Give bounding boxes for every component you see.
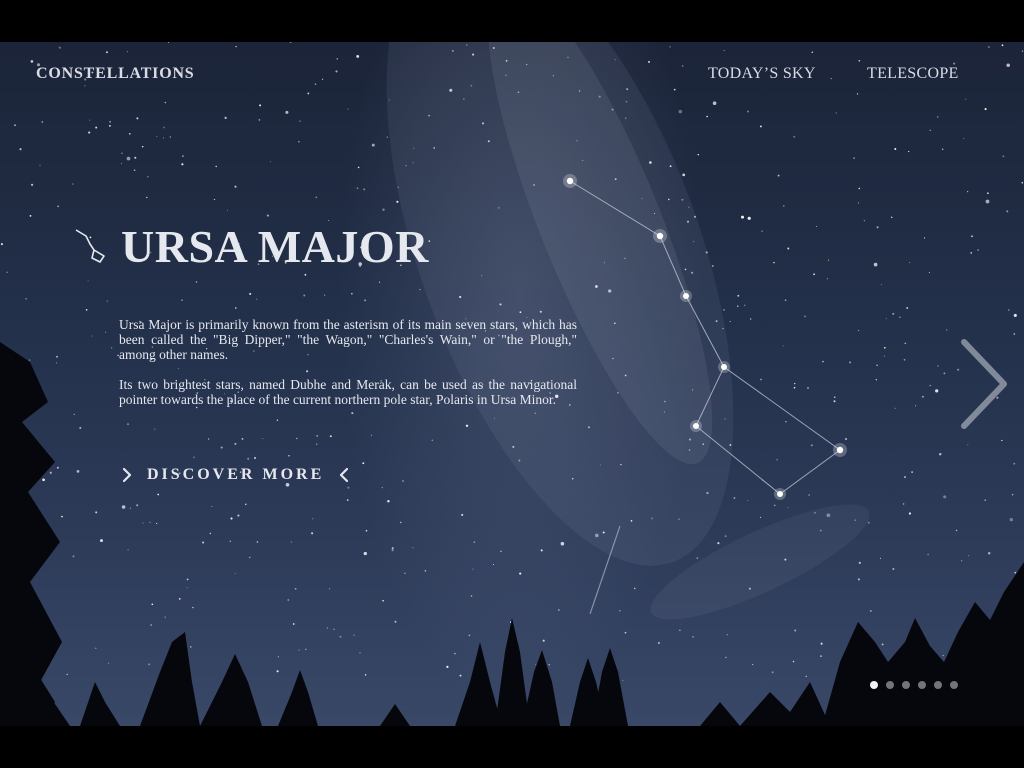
app-screen: CONSTELLATIONS TODAY’S SKY TELESCOPE URS… xyxy=(0,0,1024,768)
pagination-dot-2[interactable] xyxy=(886,681,894,689)
big-dipper-icon xyxy=(75,229,105,263)
pagination-dot-6[interactable] xyxy=(950,681,958,689)
nav-brand-constellations[interactable]: CONSTELLATIONS xyxy=(36,65,195,83)
nav-link-telescope[interactable]: TELESCOPE xyxy=(867,65,959,83)
discover-more-button[interactable]: DISCOVER MORE xyxy=(119,462,352,488)
chevron-right-icon xyxy=(122,467,132,483)
discover-more-label: DISCOVER MORE xyxy=(147,466,325,483)
pagination-dot-4[interactable] xyxy=(918,681,926,689)
description-paragraph: Ursa Major is primarily known from the a… xyxy=(119,317,577,362)
pagination-dot-1[interactable] xyxy=(870,681,878,689)
description-paragraph: Its two brightest stars, named Dubhe and… xyxy=(119,377,577,407)
pagination-dot-3[interactable] xyxy=(902,681,910,689)
page-title: URSA MAJOR xyxy=(121,221,429,272)
pagination-dot-5[interactable] xyxy=(934,681,942,689)
next-slide-chevron-right-icon[interactable] xyxy=(954,336,1014,432)
chevron-left-icon xyxy=(340,467,349,483)
slide-pagination xyxy=(870,680,966,690)
nav-link-todays-sky[interactable]: TODAY’S SKY xyxy=(708,65,816,83)
